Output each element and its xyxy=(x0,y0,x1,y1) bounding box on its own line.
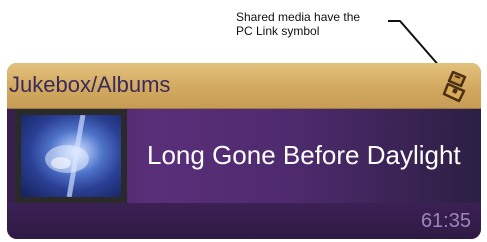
pc-link-icon xyxy=(440,68,474,104)
duration-label: 61:35 xyxy=(420,210,471,232)
callout-line-2: PC Link symbol xyxy=(236,24,320,38)
jukebox-panel[interactable]: Jukebox/Albums Long Gone Before Daylight… xyxy=(7,63,481,239)
album-art-frame xyxy=(15,109,127,203)
callout-line-1: Shared media have the xyxy=(236,10,361,24)
now-playing-row[interactable]: Long Gone Before Daylight xyxy=(7,109,481,203)
panel-header: Jukebox/Albums xyxy=(7,63,481,109)
screen: Shared media have the PC Link symbol Juk… xyxy=(0,0,487,242)
breadcrumb-title: Jukebox/Albums xyxy=(9,72,171,97)
track-title: Long Gone Before Daylight xyxy=(147,140,461,170)
album-art xyxy=(21,115,121,197)
callout-annotation: Shared media have the PC Link symbol xyxy=(236,10,416,38)
panel-footer: 61:35 xyxy=(7,203,481,239)
